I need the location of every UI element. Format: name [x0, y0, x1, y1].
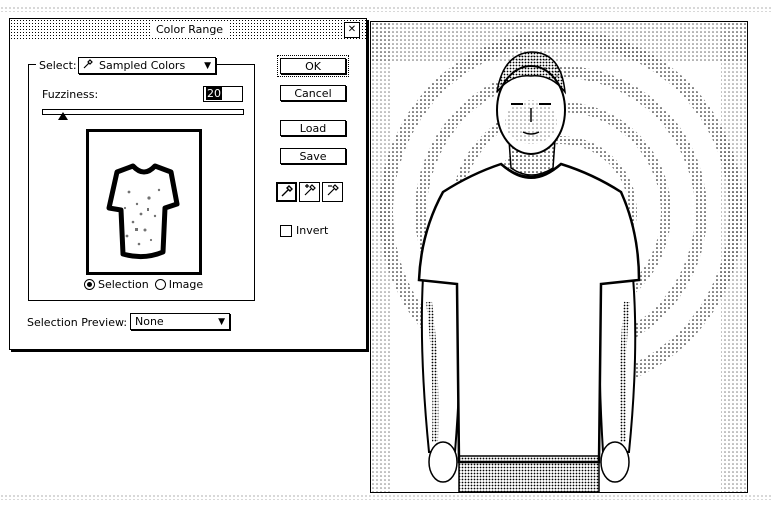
preview-mode-radios: Selection Image [84, 278, 209, 291]
document-image [370, 21, 748, 493]
selection-preview-image [86, 129, 202, 275]
select-dropdown[interactable]: Sampled Colors ▼ [78, 57, 216, 74]
desktop-pattern-top [0, 6, 773, 12]
fuzziness-input[interactable]: 20 [203, 86, 243, 102]
close-icon[interactable]: ✕ [344, 22, 360, 38]
tshirt-mask-icon [106, 163, 180, 260]
man-in-tshirt-photo [371, 22, 747, 492]
fuzziness-input-value: 20 [206, 87, 222, 100]
eyedropper-tools [276, 182, 345, 202]
selection-preview-label: Selection Preview: [27, 316, 128, 329]
cancel-button[interactable]: Cancel [280, 85, 346, 101]
eyedropper-plus-icon[interactable] [299, 182, 320, 202]
radio-image[interactable]: Image [154, 278, 204, 291]
selection-preview-value: None [135, 315, 164, 328]
select-label: Select: [36, 59, 80, 72]
radio-image-indicator[interactable] [154, 279, 166, 290]
select-dropdown-value: Sampled Colors [99, 59, 186, 72]
eyedropper-icon [83, 59, 93, 72]
radio-selection[interactable]: Selection [84, 278, 149, 291]
chevron-down-icon: ▼ [204, 60, 211, 71]
desktop-pattern-bottom [0, 494, 773, 500]
dialog-title: Color Range [150, 23, 230, 36]
eyedropper-icon[interactable] [276, 182, 297, 202]
eyedropper-minus-icon[interactable] [322, 182, 343, 202]
invert-label: Invert [296, 224, 329, 237]
fuzziness-label: Fuzziness: [42, 88, 99, 101]
radio-image-label: Image [168, 278, 204, 291]
dialog-titlebar[interactable]: Color Range ✕ [10, 19, 366, 41]
selection-preview-dropdown[interactable]: None ▼ [130, 313, 230, 330]
color-range-dialog: Color Range ✕ Select: Sampled Colors ▼ F… [9, 18, 367, 350]
ok-button[interactable]: OK [277, 55, 349, 77]
radio-selection-indicator[interactable] [84, 279, 95, 290]
load-button[interactable]: Load [280, 120, 346, 136]
chevron-down-icon: ▼ [218, 316, 225, 327]
radio-selection-label: Selection [98, 278, 149, 291]
fuzziness-slider-track[interactable] [42, 109, 244, 115]
invert-checkbox[interactable] [280, 224, 292, 237]
fuzziness-slider-thumb[interactable] [58, 112, 68, 120]
save-button[interactable]: Save [280, 148, 346, 164]
invert-option[interactable]: Invert [280, 224, 328, 237]
